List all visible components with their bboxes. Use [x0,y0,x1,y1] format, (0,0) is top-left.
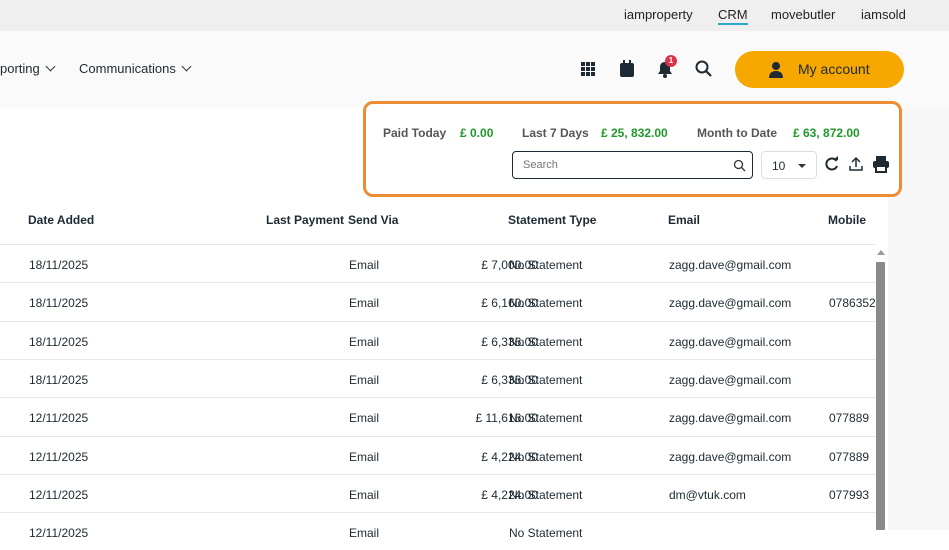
table-row[interactable]: 12/11/2025 £ 4,224.00 Email No Statement zag… [0,435,876,474]
cell-email: zagg.dave@gmail.com [669,296,792,311]
table-row[interactable]: 12/11/2025 £ 11,616.00 Email No Statement za… [0,397,876,435]
last-7-days-value: £ 25, 832.00 [601,126,668,140]
search-icon[interactable] [694,59,714,79]
table-row[interactable]: 12/11/2025 £ 4,224.00 Email No Statement dm@… [0,473,876,512]
refresh-icon[interactable] [824,156,840,172]
cell-date-added: 18/11/2025 [29,372,89,387]
my-account-button[interactable]: My account [735,51,904,88]
cell-statement-type: No Statement [509,372,583,387]
cell-mobile: 077889 [829,411,870,426]
chevron-down-icon [181,61,192,72]
table-row[interactable]: 18/11/2025 £ 6,336.00 Email No Statement zag… [0,358,876,397]
cell-send-via: Email [349,296,380,311]
month-to-date-label: Month to Date [697,126,777,140]
cell-email: dm@vtuk.com [669,487,746,502]
cell-mobile: 077889 [829,449,870,464]
cell-send-via: Email [349,258,380,272]
month-to-date-value: £ 63, 872.00 [793,126,860,140]
header-send-via[interactable]: Send Via [348,213,398,227]
table-row[interactable]: 12/11/2025 Email No Statement [0,512,876,550]
cell-statement-type: No Statement [509,334,583,349]
cell-statement-type: No Statement [509,449,583,464]
cell-date-added: 12/11/2025 [29,449,89,464]
main-nav: porting Communications 1 My account [0,31,949,108]
link-iamsold[interactable]: iamsold [861,7,906,22]
page-size-select[interactable]: 10 [761,151,817,179]
scrollbar-thumb[interactable] [876,262,885,530]
page-size-value: 10 [772,159,786,173]
header-mobile[interactable]: Mobile [828,213,866,227]
paid-today-value: £ 0.00 [460,126,494,140]
cell-date-added: 18/11/2025 [29,258,89,272]
cell-date-added: 18/11/2025 [29,334,89,349]
link-crm[interactable]: CRM [718,7,748,25]
menu-communications[interactable]: Communications [79,61,192,76]
cell-statement-type: No Statement [509,487,583,502]
cell-date-added: 12/11/2025 [29,487,89,502]
cell-send-via: Email [349,487,380,502]
cell-email: zagg.dave@gmail.com [669,411,792,426]
cell-send-via: Email [349,372,380,387]
menu-label: Communications [79,61,176,76]
search-input[interactable] [512,151,753,179]
cell-mobile: 0786352 [829,296,876,311]
cell-mobile: 077993 [829,487,870,502]
table-row[interactable]: 18/11/2025 £ 6,336.00 Email No Statement zag… [0,320,876,359]
chevron-down-icon [45,61,56,72]
cell-date-added: 12/11/2025 [29,411,89,426]
header-email[interactable]: Email [668,213,700,227]
cell-email: zagg.dave@gmail.com [669,258,792,272]
cell-date-added: 12/11/2025 [29,526,89,541]
cell-send-via: Email [349,526,380,541]
cell-statement-type: No Statement [509,526,583,541]
cell-send-via: Email [349,334,380,349]
table-row[interactable]: 18/11/2025 £ 6,160.00 Email No Statement zag… [0,282,876,320]
upload-icon[interactable] [848,156,864,172]
menu-reporting[interactable]: porting [0,61,56,76]
header-last-payment[interactable]: Last Payment [266,213,344,227]
link-movebutler[interactable]: movebutler [771,7,835,22]
cell-email: zagg.dave@gmail.com [669,372,792,387]
cell-send-via: Email [349,449,380,464]
header-date-added[interactable]: Date Added [28,213,94,227]
table-row[interactable]: 18/11/2025 £ 7,000.00 Email No Statement zag… [0,244,876,282]
user-icon [769,62,783,78]
print-icon[interactable] [872,155,890,173]
summary-panel: Paid Today £ 0.00 Last 7 Days £ 25, 832.… [363,101,902,197]
link-iamproperty[interactable]: iamproperty [624,7,693,22]
cell-email: zagg.dave@gmail.com [669,334,792,349]
cell-statement-type: No Statement [509,411,583,426]
header-statement-type[interactable]: Statement Type [508,213,596,227]
paid-today-label: Paid Today [383,126,447,140]
cell-date-added: 18/11/2025 [29,296,89,311]
caret-down-icon [798,164,806,172]
cell-email: zagg.dave@gmail.com [669,449,792,464]
cell-statement-type: No Statement [509,296,583,311]
top-bar: iamproperty CRM movebutler iamsold [0,0,949,31]
account-label: My account [798,61,870,77]
apps-grid-icon[interactable] [578,59,598,79]
cell-statement-type: No Statement [509,258,583,272]
calendar-icon[interactable] [617,59,637,79]
notification-badge: 1 [665,55,677,67]
search-icon[interactable] [733,159,746,172]
cell-send-via: Email [349,411,380,426]
last-7-days-label: Last 7 Days [522,126,589,140]
menu-label: porting [0,61,40,76]
scroll-up-arrow-icon[interactable] [877,250,885,255]
